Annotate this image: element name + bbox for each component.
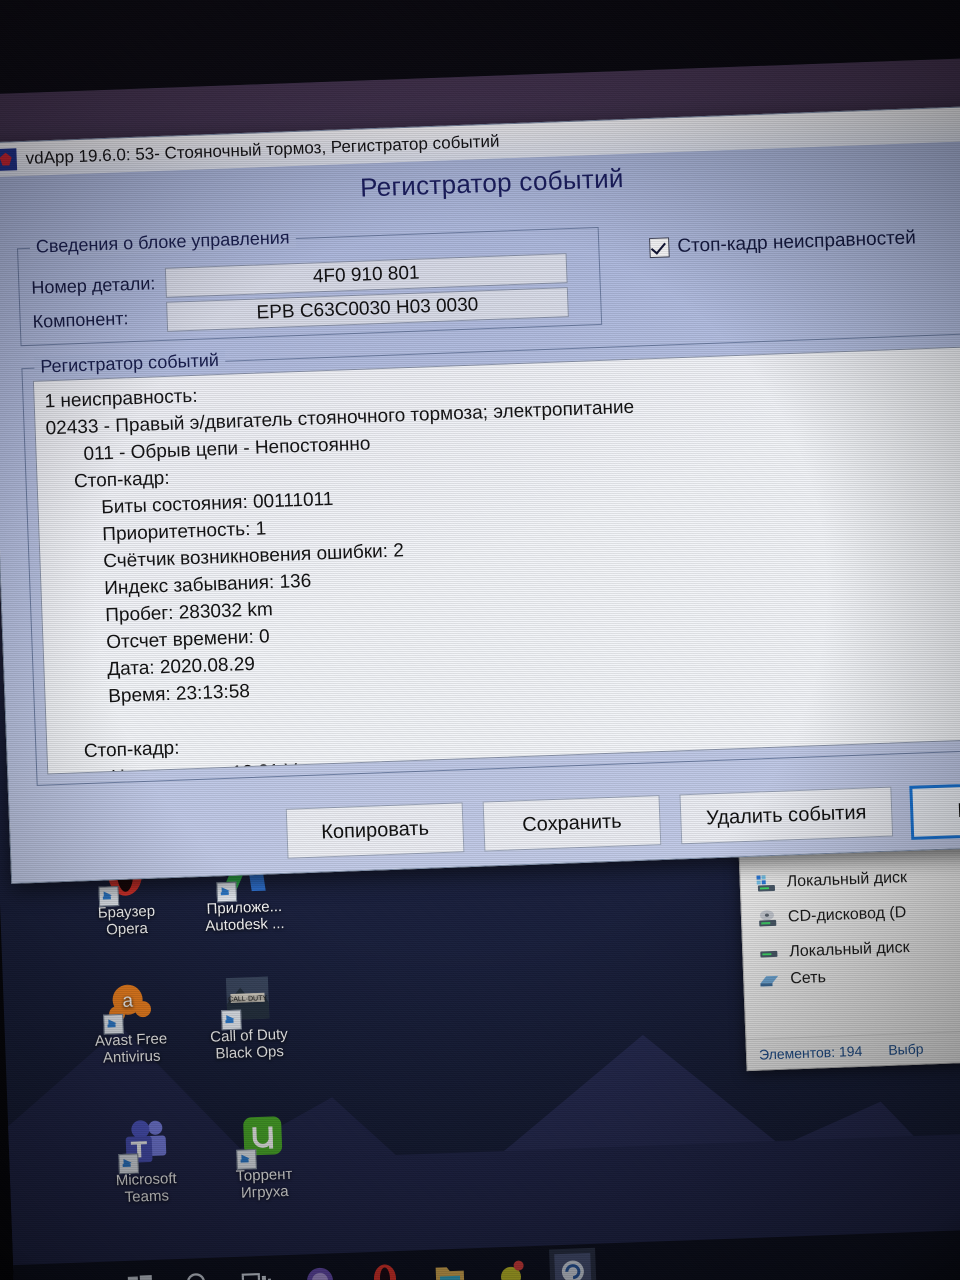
call-of-duty-icon: CALL·DUTY — [221, 976, 274, 1031]
start-button[interactable] — [124, 1271, 157, 1280]
local-disk-icon — [757, 942, 780, 963]
screen: Браузер Opera Приложе... Autodesk ... a … — [0, 57, 960, 1280]
explorer-taskbar-item[interactable] — [433, 1260, 466, 1280]
local-disk-icon — [754, 872, 777, 893]
vdapp-logo-icon — [0, 148, 18, 172]
explorer-item-label: CD-дисковод (D — [787, 903, 907, 925]
component-label: Компонент: — [32, 307, 129, 332]
shortcut-overlay-icon — [236, 1149, 257, 1170]
shortcut-overlay-icon — [98, 885, 120, 907]
autodesk-icon — [216, 846, 269, 903]
opera-taskbar-item[interactable] — [368, 1262, 401, 1280]
svg-text:CALL·DUTY: CALL·DUTY — [228, 995, 267, 1003]
dialog-body: Регистратор событий Сведения о блоке упр… — [0, 140, 960, 883]
freeze-frame-checkbox-label: Стоп-кадр неисправностей — [676, 227, 917, 258]
utorrent-icon — [236, 1116, 289, 1170]
opera-icon — [98, 851, 151, 907]
shortcut-overlay-icon — [118, 1153, 139, 1175]
done-button[interactable]: Готово — [909, 780, 960, 840]
svg-text:a: a — [122, 991, 134, 1012]
cd-drive-icon — [756, 907, 779, 928]
event-log-text[interactable]: 1 неисправность: 02433 - Правый э/двигат… — [32, 346, 960, 775]
vdapp-taskbar-item[interactable] — [549, 1247, 597, 1280]
delete-events-button[interactable]: Удалить события — [679, 786, 894, 845]
control-unit-info-label: Сведения о блоке управления — [29, 227, 296, 258]
vdapp-dialog-window[interactable]: vdApp 19.6.0: 53- Стояночный тормоз, Рег… — [0, 105, 960, 884]
avast-icon: a — [103, 984, 156, 1035]
freeze-frame-checkbox[interactable]: Стоп-кадр неисправностей — [649, 227, 916, 259]
explorer-selection-info: Выбр — [887, 1040, 924, 1058]
task-view-button[interactable] — [240, 1267, 273, 1280]
dialog-button-row: Копировать Сохранить Удалить события Гот… — [10, 780, 960, 867]
network-icon — [758, 970, 781, 991]
cortana-button[interactable] — [303, 1264, 336, 1280]
checkbox-checked-icon[interactable] — [649, 237, 670, 259]
copy-button[interactable]: Копировать — [285, 802, 465, 859]
shortcut-overlay-icon — [221, 1009, 242, 1031]
desktop-icon-utorrent[interactable]: Торрент Игруха — [208, 1111, 319, 1203]
explorer-item-label: Сеть — [789, 969, 827, 988]
ms-teams-icon — [118, 1120, 171, 1175]
desktop-icon-call-of-duty[interactable]: CALL·DUTY Call of Duty Black Ops — [193, 971, 304, 1063]
explorer-item-label: Локальный диск — [786, 868, 908, 890]
desktop-icon-avast[interactable]: a Avast Free Antivirus — [75, 976, 186, 1068]
desktop-icon-ms-teams[interactable]: Microsoft Teams — [90, 1115, 201, 1207]
app-taskbar-item[interactable] — [495, 1257, 528, 1280]
shortcut-overlay-icon — [216, 881, 238, 903]
shortcut-overlay-icon — [103, 1013, 124, 1035]
control-unit-info-group: Сведения о блоке управления Номер детали… — [16, 226, 603, 347]
explorer-status-bar: Элементов: 194 Выбр — [746, 1027, 960, 1071]
save-button[interactable]: Сохранить — [482, 795, 662, 852]
monitor-photograph: Браузер Opera Приложе... Autodesk ... a … — [0, 0, 960, 1280]
explorer-item-label: Локальный диск — [788, 938, 910, 960]
search-button[interactable] — [182, 1269, 215, 1280]
part-number-label: Номер детали: — [31, 272, 156, 298]
explorer-item-count: Элементов: 194 — [758, 1042, 863, 1063]
event-log-group-label: Регистратор событий — [33, 349, 226, 378]
event-log-group: Регистратор событий 1 неисправность: 024… — [21, 332, 960, 786]
